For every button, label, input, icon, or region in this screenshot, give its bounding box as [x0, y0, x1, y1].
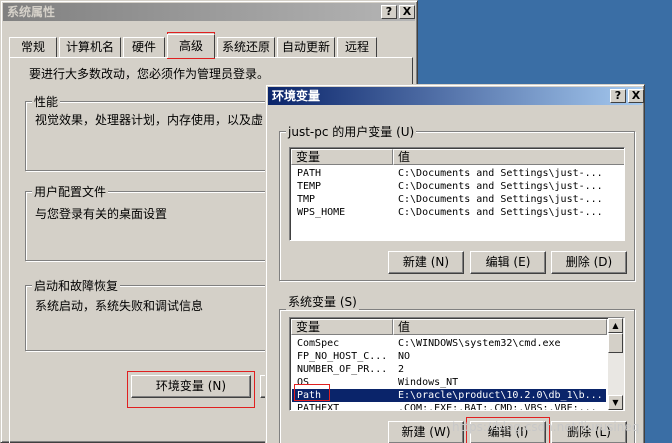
row-value: NO [398, 351, 411, 362]
row-name: TEMP [297, 181, 322, 192]
admin-note: 要进行大多数改动，您必须作为管理员登录。 [29, 67, 270, 81]
row-value: 2 [398, 364, 405, 375]
system-row-comspec[interactable]: ComSpec C:\WINDOWS\system32\cmd.exe [292, 337, 606, 350]
user-edit-button[interactable]: 编辑 (E) [470, 251, 546, 274]
row-name: NUMBER_OF_PR... [297, 364, 388, 375]
tab-computer-name[interactable]: 计算机名 [59, 37, 121, 57]
tab-general[interactable]: 常规 [9, 37, 57, 57]
tab-system-restore[interactable]: 系统还原 [217, 37, 275, 57]
row-value: C:\Documents and Settings\just-... [398, 194, 603, 205]
system-properties-titlebar[interactable]: 系统属性 [3, 3, 415, 21]
user-profiles-description: 与您登录有关的桌面设置 [35, 207, 168, 221]
user-row-temp[interactable]: TEMP C:\Documents and Settings\just-... [292, 180, 622, 193]
system-row-path-selected[interactable]: Path E:\oracle\product\10.2.0\db_1\b... [292, 389, 606, 402]
user-column-value[interactable]: 值 [393, 149, 624, 165]
dialog-close-icon: X [631, 89, 641, 102]
row-name: PATH [297, 168, 322, 179]
system-variables-title: 系统变量 (S) [286, 293, 359, 310]
dialog-help-icon: ? [614, 89, 622, 102]
system-row-number-of-processors[interactable]: NUMBER_OF_PR... 2 [292, 363, 606, 376]
user-variables-title: just-pc 的用户变量 (U) [286, 123, 417, 140]
system-column-value[interactable]: 值 [393, 319, 607, 335]
close-icon: X [402, 5, 412, 18]
user-profiles-title: 用户配置文件 [32, 183, 109, 200]
system-list-scrollbar[interactable]: ▲ ▼ [608, 318, 624, 410]
performance-description: 视觉效果，处理器计划，内存使用，以及虚 [35, 113, 264, 127]
tab-hardware[interactable]: 硬件 [123, 37, 165, 57]
scroll-down-button[interactable]: ▼ [608, 395, 623, 410]
row-name: OS [297, 377, 310, 388]
system-column-variable[interactable]: 变量 [291, 319, 393, 335]
user-row-path[interactable]: PATH C:\Documents and Settings\just-... [292, 167, 622, 180]
dialog-help-button[interactable]: ? [610, 89, 626, 103]
system-row-fp-no-host[interactable]: FP_NO_HOST_C... NO [292, 350, 606, 363]
row-name: TMP [297, 194, 316, 205]
row-value: Windows_NT [398, 377, 459, 388]
row-value: C:\WINDOWS\system32\cmd.exe [398, 338, 561, 349]
watermark-text: https://blog.csdn.net/liurusineq [452, 420, 640, 434]
help-icon: ? [385, 5, 393, 18]
startup-recovery-title: 启动和故障恢复 [32, 277, 121, 294]
row-value: E:\oracle\product\10.2.0\db_1\b... [398, 390, 603, 401]
user-row-wps-home[interactable]: WPS_HOME C:\Documents and Settings\just-.… [292, 206, 622, 219]
row-value: C:\Documents and Settings\just-... [398, 168, 603, 179]
startup-recovery-description: 系统启动，系统失败和调试信息 [35, 299, 204, 313]
row-name: WPS_HOME [297, 207, 346, 218]
close-button[interactable]: X [399, 5, 415, 19]
row-name: FP_NO_HOST_C... [297, 351, 388, 362]
environment-variables-button[interactable]: 环境变量 (N) [131, 375, 251, 398]
row-name: PATHEXT [297, 403, 340, 411]
tab-remote[interactable]: 远程 [337, 37, 377, 57]
system-row-pathext[interactable]: PATHEXT .COM;.EXE;.BAT;.CMD;.VBS;.VBE;... [292, 402, 606, 411]
window-title: 系统属性 [7, 5, 56, 19]
tab-advanced[interactable]: 高级 [167, 34, 215, 58]
row-value: C:\Documents and Settings\just-... [398, 181, 603, 192]
help-button[interactable]: ? [381, 5, 397, 19]
row-name: Path [297, 390, 322, 401]
tab-automatic-updates[interactable]: 自动更新 [277, 37, 335, 57]
environment-variables-label: 环境变量 (N) [155, 379, 227, 393]
scroll-thumb[interactable] [608, 333, 623, 353]
scroll-up-button[interactable]: ▲ [608, 318, 623, 333]
arrow-down-icon: ▼ [612, 398, 619, 407]
system-row-os[interactable]: OS Windows_NT [292, 376, 606, 389]
user-delete-button[interactable]: 删除 (D) [551, 251, 627, 274]
arrow-up-icon: ▲ [612, 321, 619, 330]
user-column-variable[interactable]: 变量 [291, 149, 393, 165]
system-variables-list[interactable]: 变量 值 ComSpec C:\WINDOWS\system32\cmd.exe … [289, 317, 625, 411]
row-value: C:\Documents and Settings\just-... [398, 207, 603, 218]
dialog-title: 环境变量 [272, 89, 321, 103]
row-name: ComSpec [297, 338, 340, 349]
performance-title: 性能 [32, 93, 61, 110]
environment-variables-titlebar[interactable]: 环境变量 [268, 87, 642, 105]
row-value: .COM;.EXE;.BAT;.CMD;.VBS;.VBE;... [398, 403, 597, 411]
user-variables-list[interactable]: 变量 值 PATH C:\Documents and Settings\just-… [289, 147, 625, 241]
environment-variables-dialog: 环境变量 ? X just-pc 的用户变量 (U) 变量 值 PATH C:\D… [265, 84, 645, 443]
dialog-close-button[interactable]: X [628, 89, 644, 103]
user-row-tmp[interactable]: TMP C:\Documents and Settings\just-... [292, 193, 622, 206]
user-new-button[interactable]: 新建 (N) [388, 251, 464, 274]
